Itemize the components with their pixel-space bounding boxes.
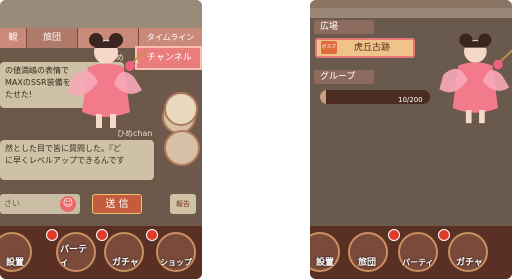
location-name: 虎丘古跡 (353, 43, 390, 53)
avatar[interactable] (164, 92, 198, 126)
left-chat-panel: 観 旅団 タイムライン ひめ の値満嶋の表情で MAXのSSR装備を たせた! … (0, 0, 202, 279)
notification-badge (146, 229, 158, 241)
nav-label: 設置 (6, 258, 25, 268)
fairy-character (439, 33, 512, 124)
nav-label: パーティ (60, 245, 88, 268)
nav-item[interactable]: ショップ (156, 232, 196, 272)
nav-label: パーティ (402, 258, 434, 267)
nav-item[interactable]: ガチャ (104, 232, 144, 272)
nav-label: 旅団 (358, 258, 377, 268)
section-square: 広場 (314, 20, 374, 34)
section-group: グループ (314, 70, 374, 84)
location-item[interactable]: ボスク 虎丘古跡 (315, 38, 415, 58)
header-strip (310, 8, 512, 18)
emoji-icon[interactable]: ☺ (60, 196, 76, 212)
message-line: 然とした目で皆に質問した。『ど (5, 144, 121, 153)
top-banner (310, 0, 512, 8)
message-bubble: 然とした目で皆に質問した。『ど に早くレベルアップできるんです (0, 140, 154, 180)
notification-badge (96, 229, 108, 241)
message-line: に早くレベルアップできるんです (5, 156, 125, 165)
nav-label: ショップ (160, 258, 192, 267)
nav-label: ガチャ (456, 258, 483, 268)
nav-item[interactable]: ガチャ (448, 232, 488, 272)
bottom-nav: 設置 パーティ ガチャ ショップ (0, 226, 202, 279)
nav-label: 設置 (316, 258, 335, 268)
bottom-nav: 設置 旅団 パーティ ガチャ (310, 226, 512, 279)
channel-button-label: チャンネル (147, 53, 192, 63)
chat-input-bar: さい ☺ 送 信 報告 (0, 192, 202, 218)
notification-badge (46, 229, 58, 241)
report-button[interactable]: 報告 (170, 194, 196, 214)
notification-badge (438, 229, 450, 241)
tab-1[interactable]: 観 (0, 28, 27, 48)
location-tag: ボスク (321, 41, 337, 54)
avatar[interactable] (164, 130, 200, 166)
notification-badge (388, 229, 400, 241)
nav-item[interactable]: 旅団 (348, 232, 388, 272)
group-progress-label: 10/200 (398, 96, 423, 104)
nav-label: ガチャ (112, 258, 139, 268)
group-progress-fill (320, 90, 326, 104)
nav-item[interactable]: 設置 (0, 232, 32, 272)
nav-item[interactable]: パーティ (56, 232, 96, 272)
right-channel-panel: 広場 ボスク 虎丘古跡 グループ 10/200 設置 旅団 パーティ ガチャ (310, 0, 512, 279)
nav-item[interactable]: 設置 (310, 232, 340, 272)
nav-item[interactable]: パーティ (398, 232, 438, 272)
tab-timeline[interactable]: タイムライン (139, 28, 202, 48)
fairy-character (68, 33, 147, 128)
send-button[interactable]: 送 信 (92, 194, 142, 214)
